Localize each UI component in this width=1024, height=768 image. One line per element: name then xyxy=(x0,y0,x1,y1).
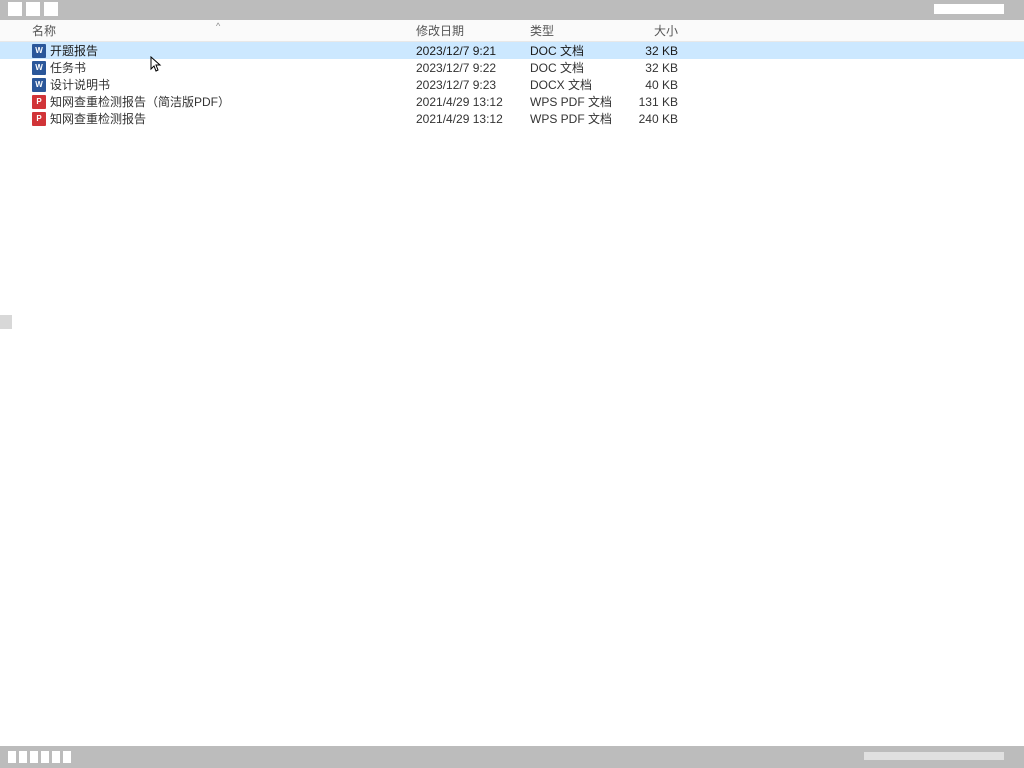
pdf-file-icon: P xyxy=(32,112,46,126)
file-name: 知网查重检测报告（简洁版PDF） xyxy=(50,93,416,110)
file-type: WPS PDF 文档 xyxy=(530,93,626,110)
file-date: 2021/4/29 13:12 xyxy=(416,112,530,126)
file-type: WPS PDF 文档 xyxy=(530,110,626,127)
word-file-icon: W xyxy=(32,78,46,92)
file-date: 2023/12/7 9:23 xyxy=(416,78,530,92)
file-row[interactable]: W 任务书2023/12/7 9:22DOC 文档32 KB xyxy=(0,59,1024,76)
statusbar xyxy=(0,746,1024,768)
file-type: DOC 文档 xyxy=(530,59,626,76)
pdf-file-icon: P xyxy=(32,95,46,109)
file-name: 开题报告 xyxy=(50,42,416,59)
file-type: DOCX 文档 xyxy=(530,76,626,93)
word-file-icon: W xyxy=(32,61,46,75)
sort-indicator-icon: ^ xyxy=(216,21,220,31)
file-date: 2023/12/7 9:22 xyxy=(416,61,530,75)
titlebar-decor xyxy=(8,2,22,16)
titlebar-decor xyxy=(26,2,40,16)
file-date: 2021/4/29 13:12 xyxy=(416,95,530,109)
column-headers: 名称 ^ 修改日期 类型 大小 xyxy=(0,20,1024,42)
file-row[interactable]: P 知网查重检测报告2021/4/29 13:12WPS PDF 文档240 KB xyxy=(0,110,1024,127)
file-list: W 开题报告2023/12/7 9:21DOC 文档32 KB W 任务书2023/1… xyxy=(0,42,1024,127)
file-size: 32 KB xyxy=(626,61,678,75)
column-type-header[interactable]: 类型 xyxy=(530,22,626,39)
file-size: 240 KB xyxy=(626,112,678,126)
file-name: 任务书 xyxy=(50,59,416,76)
statusbar-left-decor xyxy=(8,751,71,763)
statusbar-right-decor xyxy=(864,752,1004,760)
column-date-header[interactable]: 修改日期 xyxy=(416,22,530,39)
file-size: 40 KB xyxy=(626,78,678,92)
file-row[interactable]: P 知网查重检测报告（简洁版PDF）2021/4/29 13:12WPS PDF … xyxy=(0,93,1024,110)
file-row[interactable]: W 开题报告2023/12/7 9:21DOC 文档32 KB xyxy=(0,42,1024,59)
file-name: 知网查重检测报告 xyxy=(50,110,416,127)
column-name-header[interactable]: 名称 xyxy=(32,22,416,39)
file-date: 2023/12/7 9:21 xyxy=(416,44,530,58)
column-size-header[interactable]: 大小 xyxy=(626,22,678,39)
titlebar-decor xyxy=(44,2,58,16)
left-edge-decor xyxy=(0,315,12,329)
file-size: 32 KB xyxy=(626,44,678,58)
file-name: 设计说明书 xyxy=(50,76,416,93)
word-file-icon: W xyxy=(32,44,46,58)
titlebar xyxy=(0,0,1024,20)
titlebar-right-decor xyxy=(934,4,1004,14)
file-type: DOC 文档 xyxy=(530,42,626,59)
titlebar-controls xyxy=(8,2,58,16)
file-size: 131 KB xyxy=(626,95,678,109)
file-row[interactable]: W 设计说明书2023/12/7 9:23DOCX 文档40 KB xyxy=(0,76,1024,93)
